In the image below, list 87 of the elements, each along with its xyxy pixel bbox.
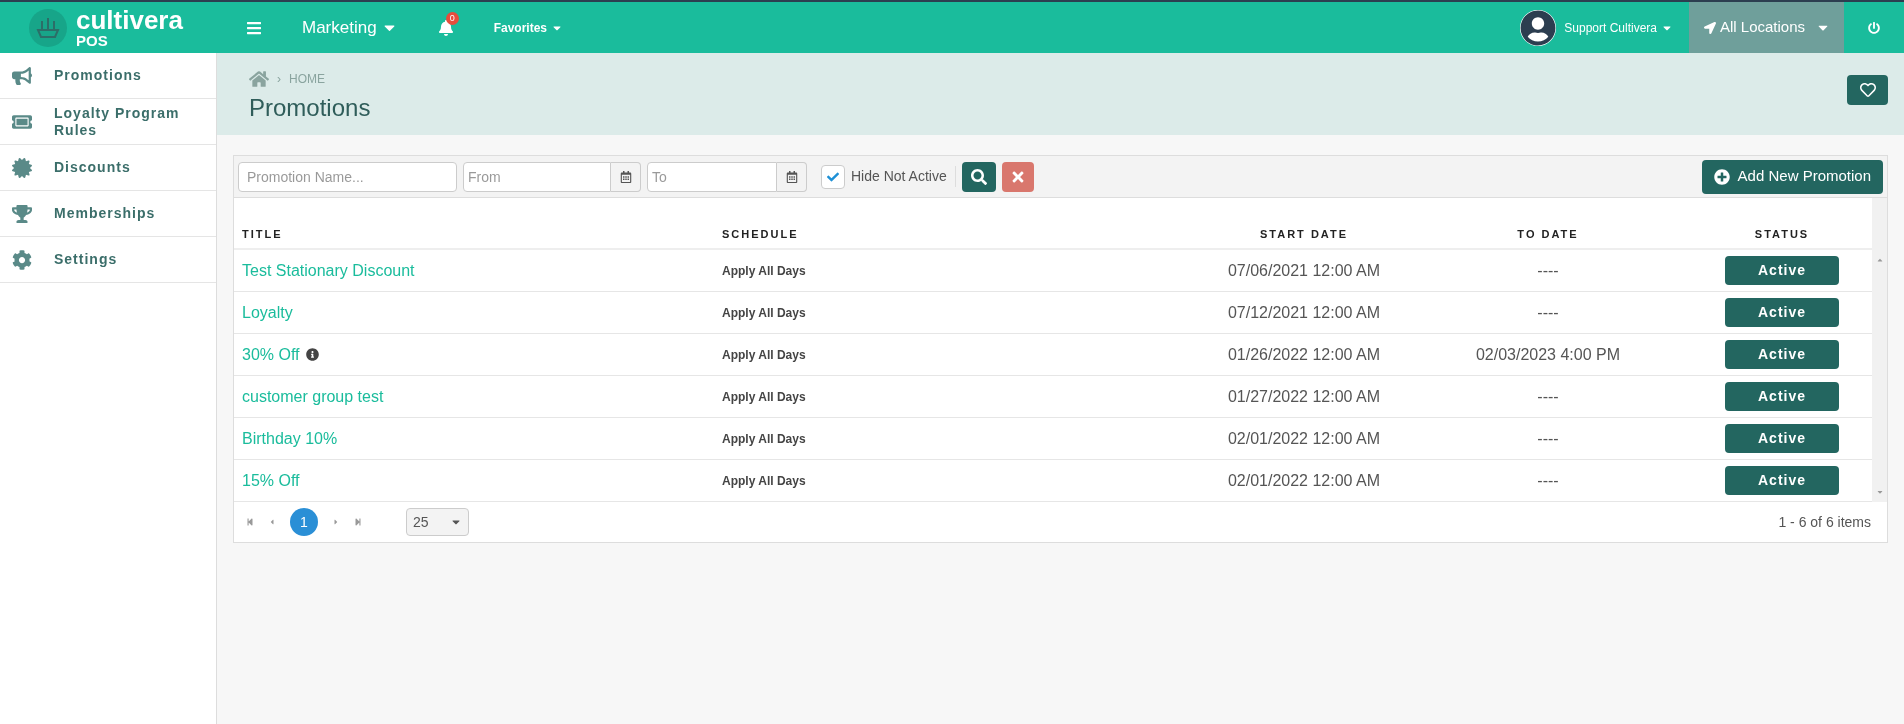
calendar-button[interactable]: [777, 161, 807, 192]
last-page-icon[interactable]: [354, 518, 362, 526]
table-cell-text: Apply All Days: [721, 472, 807, 490]
menu-icon[interactable]: [246, 19, 262, 36]
page-size-select[interactable]: 25: [406, 508, 469, 536]
column-header: TITLE: [241, 226, 284, 242]
brand-subtitle: POS: [76, 33, 109, 48]
sidebar-item[interactable]: Discounts: [0, 145, 216, 191]
clear-button[interactable]: [1001, 161, 1034, 192]
sidebar-item[interactable]: Promotions: [0, 53, 216, 99]
brand-name: cultivera: [76, 7, 183, 33]
logo-icon: [28, 7, 68, 48]
page-button[interactable]: 1: [290, 508, 318, 536]
scroll-down-icon[interactable]: [1875, 488, 1884, 496]
table-cell-text: ----: [1536, 428, 1560, 449]
add-promotion-button[interactable]: Add New Promotion: [1701, 159, 1883, 194]
table-cell-text: 02/01/2022 12:00 AM: [1226, 428, 1382, 449]
promotion-link[interactable]: Birthday 10%: [242, 426, 338, 451]
sidebar-item[interactable]: Settings: [0, 237, 216, 283]
promotion-link[interactable]: 15% Off: [242, 468, 300, 493]
table-cell-text: Apply All Days: [721, 430, 807, 448]
megaphone-icon: [12, 65, 32, 86]
status-badge: Active: [1725, 256, 1839, 285]
home-icon[interactable]: [249, 69, 269, 89]
status-badge: Active: [1725, 424, 1839, 453]
to-date-field[interactable]: To: [647, 161, 777, 192]
promotion-link[interactable]: Test Stationary Discount: [242, 258, 415, 283]
table-cell-text: Apply All Days: [721, 304, 807, 322]
table-cell-text: ----: [1536, 302, 1560, 323]
promotion-link[interactable]: customer group test: [242, 384, 384, 409]
column-header: START DATE: [1259, 226, 1349, 242]
sidebar-item[interactable]: Loyalty Program Rules: [0, 99, 216, 145]
info-icon[interactable]: [305, 348, 319, 361]
sidebar-item[interactable]: Memberships: [0, 191, 216, 237]
table-cell-text: 02/01/2022 12:00 AM: [1226, 470, 1382, 491]
breadcrumb-link[interactable]: HOME: [289, 70, 325, 88]
favorite-button[interactable]: [1847, 75, 1888, 105]
location-arrow-icon: [1703, 21, 1716, 34]
trophy-icon: [12, 203, 32, 224]
power-icon[interactable]: [1868, 21, 1880, 34]
next-page-icon[interactable]: [332, 518, 340, 526]
from-date-field[interactable]: From: [463, 161, 611, 192]
search-button[interactable]: [961, 161, 996, 192]
table-cell-text: 02/03/2023 4:00 PM: [1474, 344, 1622, 365]
heart-icon: [1859, 82, 1876, 98]
page-title: Promotions: [249, 93, 371, 123]
badge-icon: [12, 157, 32, 178]
status-badge: Active: [1725, 466, 1839, 495]
pager-summary: 1 - 6 of 6 items: [1778, 512, 1872, 532]
avatar-icon: [1520, 9, 1557, 46]
location-menu[interactable]: All Locations: [1689, 2, 1844, 53]
table-cell-text: 01/27/2022 12:00 AM: [1226, 386, 1382, 407]
search-icon: [970, 168, 987, 185]
bell-icon[interactable]: [437, 19, 454, 36]
breadcrumb-separator: ›: [277, 71, 281, 88]
checkbox[interactable]: [821, 164, 845, 189]
module-menu[interactable]: Marketing: [302, 14, 398, 41]
promotion-name-field[interactable]: Promotion Name...: [238, 161, 457, 192]
promotion-link[interactable]: Loyalty: [242, 300, 293, 325]
column-header: SCHEDULE: [721, 226, 800, 242]
first-page-icon[interactable]: [246, 518, 254, 526]
table-cell-text: 01/26/2022 12:00 AM: [1226, 344, 1382, 365]
calendar-icon: [619, 170, 632, 183]
notification-badge: 0: [445, 11, 459, 25]
status-badge: Active: [1725, 340, 1839, 369]
previous-page-icon[interactable]: [268, 518, 276, 526]
calendar-icon: [785, 170, 798, 183]
user-menu[interactable]: Support Cultivera: [1564, 18, 1673, 37]
favorites-menu[interactable]: Favorites: [493, 18, 563, 37]
table-cell-text: ----: [1536, 386, 1560, 407]
settings-icon: [12, 249, 32, 270]
table-cell-text: Apply All Days: [721, 388, 807, 406]
column-header: STATUS: [1753, 226, 1811, 242]
calendar-button[interactable]: [611, 161, 641, 192]
check-icon: [827, 170, 839, 183]
table-cell-text: ----: [1536, 260, 1560, 281]
status-badge: Active: [1725, 298, 1839, 327]
table-cell-text: 07/12/2021 12:00 AM: [1226, 302, 1382, 323]
status-badge: Active: [1725, 382, 1839, 411]
table-cell-text: ----: [1536, 470, 1560, 491]
promotion-link[interactable]: 30% Off: [242, 342, 300, 367]
table-cell-text: Apply All Days: [721, 346, 807, 364]
column-header: TO DATE: [1516, 226, 1580, 242]
scroll-up-icon[interactable]: [1875, 256, 1884, 264]
checkbox-label[interactable]: Hide Not Active: [851, 166, 956, 187]
table-cell-text: Apply All Days: [721, 262, 807, 280]
table-cell-text: 07/06/2021 12:00 AM: [1226, 260, 1382, 281]
